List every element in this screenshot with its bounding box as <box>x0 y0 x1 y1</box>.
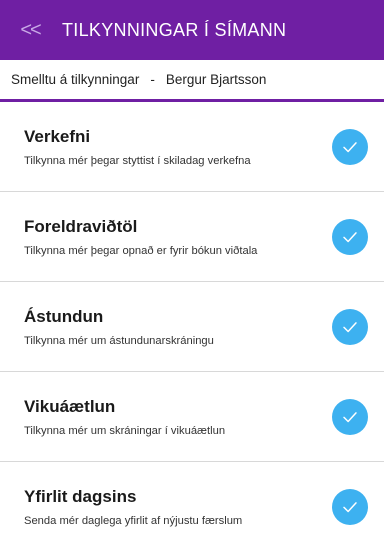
subheader: Smelltu á tilkynningar - Bergur Bjartsso… <box>0 60 384 102</box>
app-header: << TILKYNNINGAR Í SÍMANN <box>0 0 384 60</box>
checkmark-icon <box>343 231 357 242</box>
item-title: Vikuáætlun <box>24 396 116 416</box>
item-title: Ástundun <box>24 306 104 326</box>
checkmark-icon <box>343 501 357 512</box>
checkmark-icon <box>343 411 357 422</box>
notification-item-foreldravidtol[interactable]: Foreldraviðtöl Tilkynna mér þegar opnað … <box>0 192 384 282</box>
item-description: Tilkynna mér um ástundunarskráningu <box>24 334 214 347</box>
item-title: Foreldraviðtöl <box>24 216 138 236</box>
item-description: Senda mér daglega yfirlit af nýjustu fær… <box>24 514 243 527</box>
item-description: Tilkynna mér um skráningar í vikuáætlun <box>24 424 226 437</box>
separator: - <box>150 72 155 87</box>
notification-item-yfirlit-dagsins[interactable]: Yfirlit dagsins Senda mér daglega yfirli… <box>0 462 384 538</box>
back-button[interactable]: << <box>0 0 52 60</box>
double-chevron-left-icon: << <box>20 18 41 41</box>
checkmark-toggle[interactable] <box>332 128 368 165</box>
page-title: TILKYNNINGAR Í SÍMANN <box>62 19 287 40</box>
notification-item-verkefni[interactable]: Verkefni Tilkynna mér þegar styttist í s… <box>0 102 384 192</box>
item-title: Yfirlit dagsins <box>24 486 137 506</box>
checkmark-toggle[interactable] <box>332 398 368 435</box>
user-name: Bergur Bjartsson <box>165 72 267 87</box>
notification-item-astundun[interactable]: Ástundun Tilkynna mér um ástundunarskrán… <box>0 282 384 372</box>
checkmark-icon <box>343 321 357 332</box>
checkmark-toggle[interactable] <box>332 218 368 255</box>
instruction-text: Smelltu á tilkynningar <box>11 72 140 87</box>
notification-item-vikuaaetlun[interactable]: Vikuáætlun Tilkynna mér um skráningar í … <box>0 372 384 462</box>
checkmark-icon <box>343 141 357 152</box>
item-description: Tilkynna mér þegar styttist í skiladag v… <box>24 154 251 167</box>
checkmark-toggle[interactable] <box>332 308 368 345</box>
item-description: Tilkynna mér þegar opnað er fyrir bókun … <box>24 244 258 257</box>
checkmark-toggle[interactable] <box>332 488 368 525</box>
item-title: Verkefni <box>24 126 91 146</box>
notification-list: Verkefni Tilkynna mér þegar styttist í s… <box>0 102 384 538</box>
